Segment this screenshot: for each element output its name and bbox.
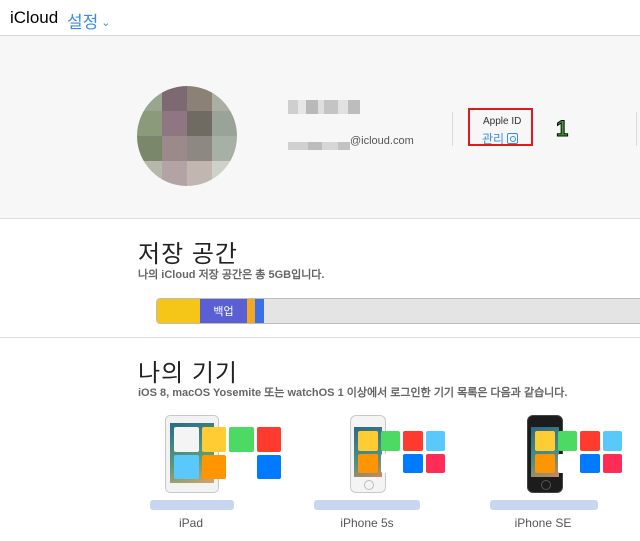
apple-id-label: Apple ID bbox=[483, 116, 522, 127]
account-profile-section: @icloud.com Apple ID 관리 1 bbox=[0, 36, 640, 219]
account-name-redacted bbox=[288, 100, 362, 114]
avatar bbox=[137, 86, 237, 186]
storage-usage-bar[interactable]: 백업 bbox=[156, 298, 640, 324]
device-model-label: iPhone 5s bbox=[340, 516, 394, 530]
app-title: iCloud bbox=[10, 8, 59, 27]
settings-label: 설정 bbox=[67, 13, 99, 32]
email-domain: @icloud.com bbox=[350, 135, 414, 147]
storage-section: 저장 공간 나의 iCloud 저장 공간은 총 5GB입니다. 백업 bbox=[0, 219, 640, 338]
storage-title: 저장 공간 bbox=[138, 241, 238, 268]
apple-id-manage-link[interactable]: 관리 bbox=[482, 130, 519, 147]
apple-id-highlight-box: Apple ID 관리 bbox=[468, 108, 533, 146]
device-owner-redacted bbox=[490, 500, 598, 510]
device-model-label: iPhone SE bbox=[514, 516, 572, 530]
storage-segment-backup: 백업 bbox=[200, 299, 247, 323]
step-annotation: 1 bbox=[555, 116, 569, 142]
settings-menu-button[interactable]: 설정 ⌄ bbox=[67, 8, 111, 33]
devices-subtitle: iOS 8, macOS Yosemite 또는 watchOS 1 이상에서 … bbox=[138, 387, 568, 399]
storage-segment bbox=[255, 299, 264, 323]
vertical-divider bbox=[636, 112, 637, 146]
account-email-redacted bbox=[288, 137, 350, 150]
devices-title: 나의 기기 bbox=[138, 360, 238, 387]
device-owner-redacted bbox=[314, 500, 420, 510]
top-bar: iCloud 설정 ⌄ bbox=[0, 0, 640, 36]
storage-segment bbox=[247, 299, 255, 323]
storage-segment bbox=[157, 299, 200, 323]
device-owner-redacted bbox=[150, 500, 234, 510]
vertical-divider bbox=[452, 112, 453, 146]
my-devices-section: 나의 기기 iOS 8, macOS Yosemite 또는 watchOS 1… bbox=[0, 338, 640, 541]
chevron-down-icon: ⌄ bbox=[101, 17, 111, 29]
storage-subtitle: 나의 iCloud 저장 공간은 총 5GB입니다. bbox=[138, 269, 325, 281]
device-model-label: iPad bbox=[178, 516, 204, 530]
external-link-icon bbox=[507, 133, 519, 144]
iphone-se-image bbox=[527, 415, 622, 493]
iphone-5s-image bbox=[350, 415, 445, 493]
apple-id-manage-label: 관리 bbox=[482, 132, 505, 146]
ipad-image bbox=[165, 415, 281, 493]
